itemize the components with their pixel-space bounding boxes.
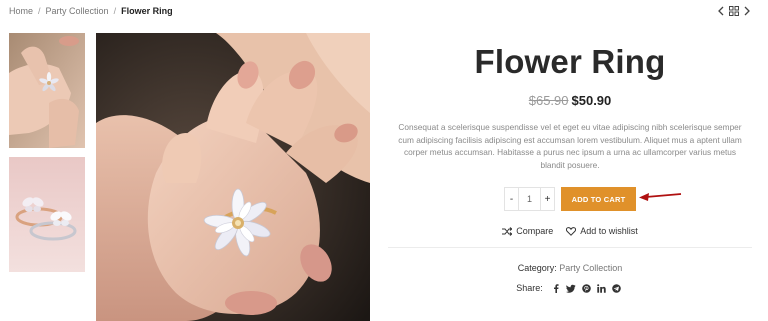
add-to-cart-row: - 1 + ADD TO CART xyxy=(388,187,752,211)
compare-label: Compare xyxy=(516,226,554,236)
product-category: Category: Party Collection xyxy=(388,262,752,275)
facebook-icon[interactable] xyxy=(552,283,560,293)
breadcrumb-home-link[interactable]: Home xyxy=(9,6,33,16)
breadcrumb-separator: / xyxy=(113,6,117,16)
thumbnail-butterfly-rings[interactable] xyxy=(9,157,85,272)
twitter-icon[interactable] xyxy=(565,284,576,293)
product-price: $65.90 $50.90 xyxy=(388,93,752,109)
breadcrumb-separator: / xyxy=(38,6,41,16)
wishlist-link[interactable]: Add to wishlist xyxy=(566,226,638,236)
category-link[interactable]: Party Collection xyxy=(559,263,622,273)
old-price: $65.90 xyxy=(528,93,569,108)
add-to-cart-button[interactable]: ADD TO CART xyxy=(561,187,636,211)
product-navigation xyxy=(717,5,751,17)
thumbnail-gallery xyxy=(9,33,85,281)
pinterest-icon[interactable] xyxy=(581,283,591,293)
chevron-left-icon[interactable] xyxy=(717,6,725,16)
sale-price: $50.90 xyxy=(571,93,612,108)
linkedin-icon[interactable] xyxy=(596,283,606,293)
quantity-decrease-button[interactable]: - xyxy=(505,188,518,210)
thumbnail-ring-on-hand[interactable] xyxy=(9,33,85,148)
share-row: Share: xyxy=(388,283,752,293)
quantity-input[interactable]: 1 xyxy=(518,188,541,210)
category-label: Category: xyxy=(517,263,557,273)
product-actions: Compare Add to wishlist xyxy=(388,224,752,238)
product-title: Flower Ring xyxy=(474,43,666,80)
heart-icon xyxy=(566,226,580,236)
quantity-stepper: - 1 + xyxy=(504,187,555,211)
breadcrumb: Home / Party Collection / Flower Ring xyxy=(9,6,173,16)
breadcrumb-current: Flower Ring xyxy=(121,6,173,16)
divider xyxy=(388,247,752,248)
main-product-image[interactable] xyxy=(96,33,370,321)
compare-link[interactable]: Compare xyxy=(502,226,553,236)
breadcrumb-category-link[interactable]: Party Collection xyxy=(46,6,109,16)
wishlist-label: Add to wishlist xyxy=(580,226,638,236)
telegram-icon[interactable] xyxy=(611,283,621,293)
quantity-increase-button[interactable]: + xyxy=(541,188,554,210)
arrow-icon xyxy=(638,189,682,208)
product-description: Consequat a scelerisque suspendisse vel … xyxy=(398,122,742,170)
product-summary: Flower Ring $65.90 $50.90 Consequat a sce… xyxy=(388,33,752,293)
share-label: Share: xyxy=(516,283,543,293)
grid-icon[interactable] xyxy=(729,6,739,16)
chevron-right-icon[interactable] xyxy=(743,6,751,16)
shuffle-icon xyxy=(502,226,516,236)
